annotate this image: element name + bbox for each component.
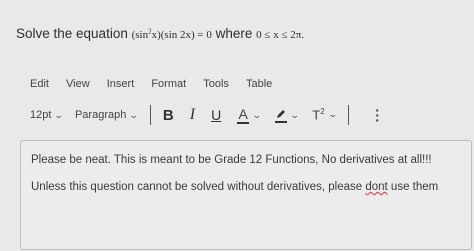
font-size-select[interactable]: 12pt ⌄ [30,109,65,121]
toolbar-divider [348,105,350,125]
italic-button[interactable]: I [190,106,195,124]
font-size-value: 12pt [30,109,52,121]
menu-view[interactable]: View [66,78,90,90]
editor-menubar: Edit View Insert Format Tools Table [30,78,286,90]
menu-tools[interactable]: Tools [203,78,229,90]
chevron-down-icon: ⌄ [289,109,300,120]
menu-edit[interactable]: Edit [30,78,49,90]
chevron-down-icon: ⌄ [252,109,262,120]
editor-toolbar: 12pt ⌄ Paragraph ⌄ B I U A ⌄ ⌄ T2 ⌄ · · · [30,103,380,127]
underline-button[interactable]: U [211,107,221,123]
question-prefix: Solve the equation [16,26,132,41]
editor-paragraph-2[interactable]: Unless this question cannot be solved wi… [31,181,438,193]
equation-part1: (sin [131,29,149,41]
block-format-select[interactable]: Paragraph ⌄ [74,109,140,121]
toolbar-divider [149,105,151,125]
bold-button[interactable]: B [163,107,174,124]
superscript-icon: T2 [312,107,325,123]
domain-range: 0 ≤ x ≤ 2π. [256,29,305,41]
superscript-button[interactable]: T2 ⌄ [312,107,338,123]
block-format-value: Paragraph [74,109,127,121]
question-text: Solve the equation (sin2x)(sin 2x) = 0 w… [16,26,304,41]
editor-paragraph-1[interactable]: Please be neat. This is meant to be Grad… [31,154,432,166]
more-vertical-icon[interactable]: · · · [375,103,380,127]
highlighter-pen-icon [274,108,287,123]
chevron-down-icon: ⌄ [327,109,338,120]
text-color-button[interactable]: A ⌄ [237,105,262,124]
misspelled-word[interactable]: dont [365,181,387,193]
text-color-letter: A [238,105,248,122]
equation-part2: x)(sin 2x) = 0 [151,29,212,41]
chevron-down-icon: ⌄ [54,109,65,120]
text-color-icon: A [237,105,250,124]
equation: (sin2x)(sin 2x) = 0 [131,27,212,41]
paragraph-2-text: Unless this question cannot be solved wi… [31,181,366,193]
chevron-down-icon: ⌄ [129,109,140,120]
highlight-color-button[interactable]: ⌄ [274,108,300,123]
question-middle: where [215,26,257,41]
rich-text-editor[interactable]: Please be neat. This is meant to be Grad… [20,140,472,250]
menu-insert[interactable]: Insert [107,78,135,90]
menu-table[interactable]: Table [246,78,272,90]
paragraph-2-text-end: use them [387,181,439,193]
menu-format[interactable]: Format [151,78,186,90]
